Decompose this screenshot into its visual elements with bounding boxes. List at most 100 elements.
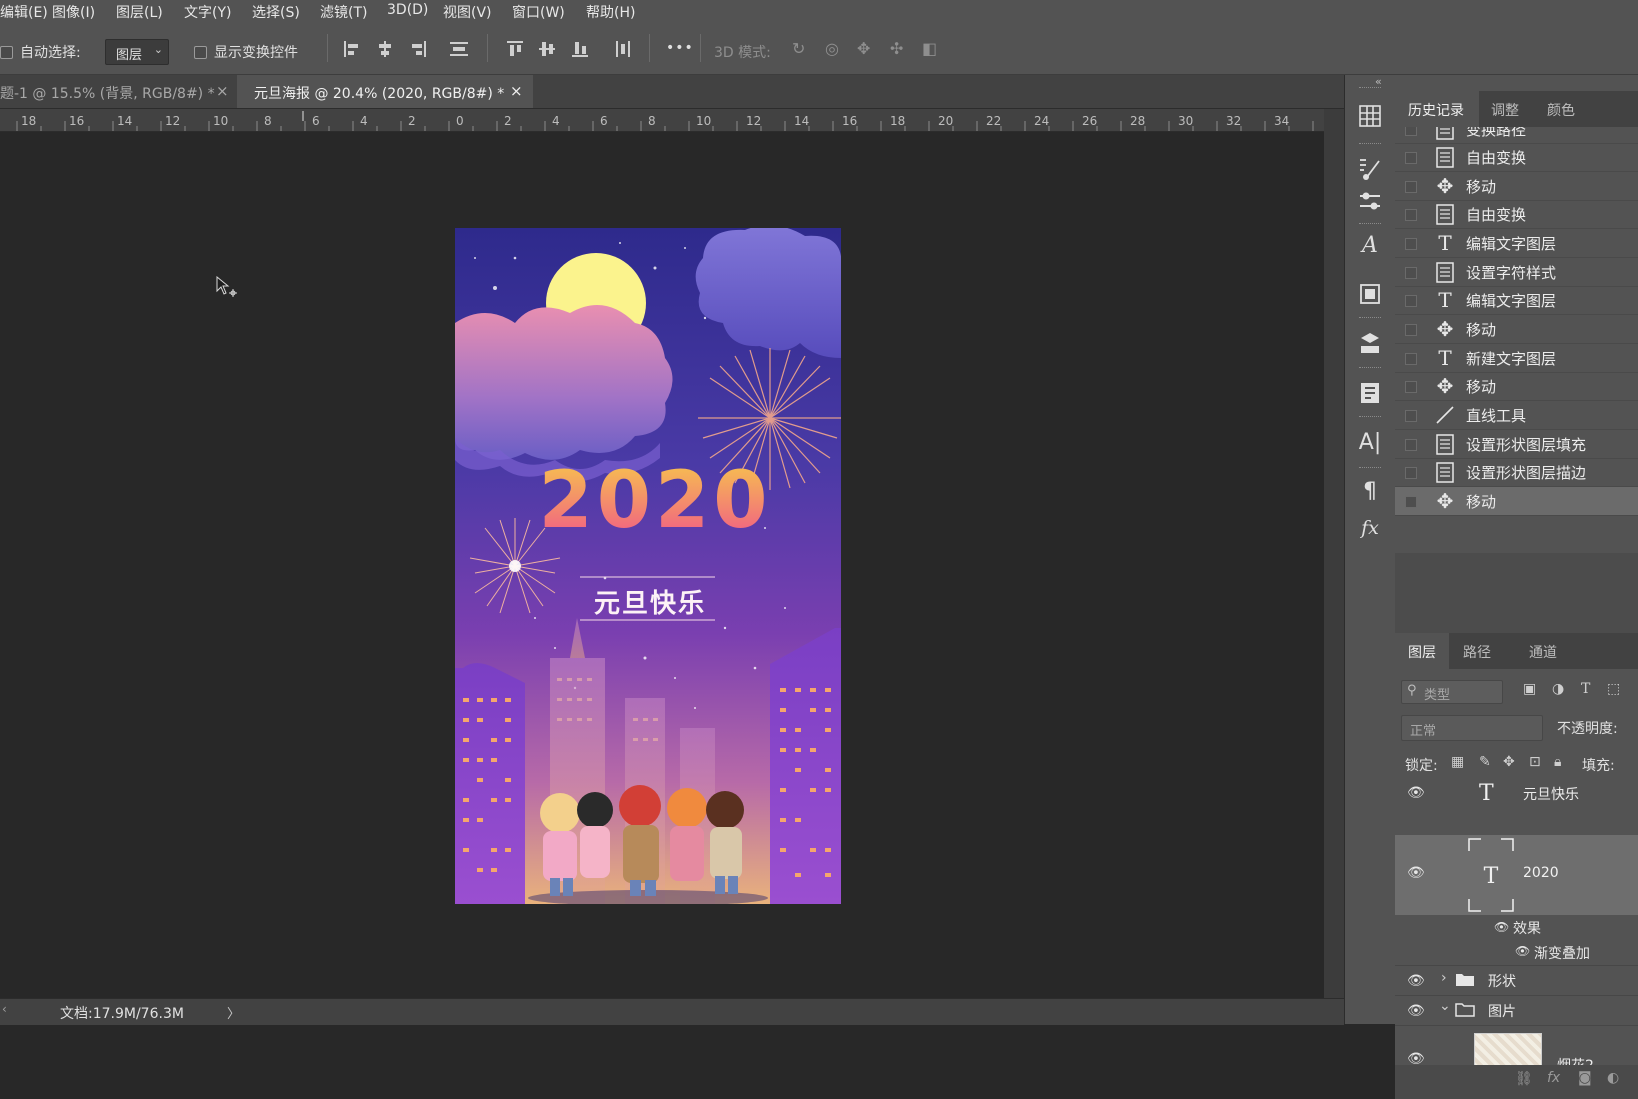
layer-row-2020-selected[interactable]: 👁︎ T 2020 — [1395, 835, 1638, 915]
history-snapshot-checkbox[interactable] — [1405, 295, 1417, 307]
panel-grip[interactable] — [1359, 367, 1381, 370]
tab-channels[interactable]: 通道 — [1529, 642, 1557, 662]
eye-icon[interactable]: 👁︎ — [1515, 944, 1530, 958]
history-item[interactable]: T 编辑文字图层 — [1395, 286, 1638, 315]
tab-adjustments[interactable]: 调整 — [1491, 100, 1519, 120]
history-snapshot-checkbox[interactable] — [1405, 152, 1417, 164]
history-item[interactable]: 直线工具 — [1395, 401, 1638, 430]
align-vcenter-icon[interactable] — [538, 40, 556, 58]
filter-pixel-icon[interactable]: ▣ — [1523, 681, 1536, 697]
tab-color[interactable]: 颜色 — [1547, 100, 1575, 120]
grid-icon[interactable] — [1357, 103, 1383, 129]
layer-effect-gradient-overlay[interactable]: 👁︎ 渐变叠加 — [1395, 939, 1638, 966]
history-item[interactable]: ✥ 移动 — [1395, 172, 1638, 201]
chevron-down-icon[interactable]: ⌄ — [1439, 998, 1451, 1014]
chevron-right-icon[interactable]: › — [1441, 970, 1447, 986]
poster-canvas[interactable]: 2020 元旦快乐 — [455, 228, 841, 904]
layer-group-images[interactable]: 👁︎ ⌄ 图片 — [1395, 995, 1638, 1026]
filter-adjustment-icon[interactable]: ◑ — [1552, 681, 1564, 697]
close-icon[interactable]: × — [216, 82, 229, 100]
history-snapshot-checkbox[interactable] — [1405, 496, 1417, 508]
eye-icon[interactable]: 👁︎ — [1407, 973, 1425, 989]
panel-grip[interactable] — [1359, 317, 1381, 320]
chevron-left-icon[interactable]: ‹ — [2, 1002, 7, 1016]
show-transform-checkbox[interactable] — [194, 46, 207, 59]
history-item[interactable]: T 新建文字图层 — [1395, 344, 1638, 373]
more-options-icon[interactable]: ••• — [666, 40, 694, 56]
3d-pan-icon[interactable]: ✥ — [857, 41, 870, 57]
history-item[interactable]: 设置形状图层填充 — [1395, 430, 1638, 459]
properties-icon[interactable] — [1357, 380, 1383, 406]
eye-icon[interactable]: 👁︎ — [1407, 1051, 1425, 1065]
layer-effects-row[interactable]: 👁︎ 效果 — [1395, 915, 1638, 939]
adjustment-layer-icon[interactable]: ◐ — [1607, 1070, 1619, 1086]
auto-select-dropdown[interactable]: 图层 ⌄ — [105, 39, 169, 65]
layer-row-firework2[interactable]: 👁︎ 烟花2 — [1395, 1025, 1638, 1065]
history-item[interactable]: 变换路径 — [1395, 127, 1638, 144]
history-snapshot-checkbox[interactable] — [1405, 267, 1417, 279]
tab-yuandan-poster[interactable]: 元旦海报 @ 20.4% (2020, RGB/8#) * × — [237, 75, 533, 108]
tab-layers[interactable]: 图层 — [1395, 633, 1449, 669]
history-snapshot-checkbox[interactable] — [1405, 467, 1417, 479]
menu-edit[interactable]: 编辑(E) — [0, 2, 48, 22]
lock-image-icon[interactable]: ✎ — [1479, 754, 1491, 770]
glyphs-fx-icon[interactable]: fx — [1357, 515, 1383, 541]
brush-settings-icon[interactable] — [1357, 155, 1383, 181]
character-panel-icon[interactable]: A| — [1357, 430, 1383, 456]
3d-scale-icon[interactable]: ◧ — [922, 41, 937, 57]
3d-orbit-icon[interactable]: ↻ — [792, 41, 805, 57]
eye-icon[interactable]: 👁︎ — [1407, 785, 1425, 801]
layer-filter-dropdown[interactable]: ⚲ 类型 — [1401, 680, 1503, 704]
eye-icon[interactable]: 👁︎ — [1407, 865, 1425, 881]
clone-source-icon[interactable] — [1357, 281, 1383, 307]
panel-grip[interactable] — [1359, 223, 1381, 226]
menu-type[interactable]: 文字(Y) — [184, 2, 231, 22]
character-styles-icon[interactable]: A — [1357, 233, 1383, 259]
menu-image[interactable]: 图像(I) — [52, 2, 95, 22]
3d-panel-icon[interactable] — [1357, 330, 1383, 356]
align-right-icon[interactable] — [409, 40, 427, 58]
align-top-icon[interactable] — [506, 40, 524, 58]
filter-type-icon[interactable]: T — [1581, 681, 1590, 697]
3d-roll-icon[interactable]: ◎ — [825, 41, 839, 57]
paragraph-icon[interactable]: ¶ — [1357, 479, 1383, 505]
history-item-current[interactable]: ✥ 移动 — [1395, 487, 1638, 516]
tab-history[interactable]: 历史记录 — [1395, 91, 1479, 127]
eye-icon[interactable]: 👁︎ — [1494, 920, 1509, 934]
layer-row-greeting[interactable]: 👁︎ T 元旦快乐 — [1395, 775, 1638, 836]
history-item[interactable]: 设置形状图层描边 — [1395, 458, 1638, 487]
tab-paths[interactable]: 路径 — [1463, 642, 1491, 662]
menu-window[interactable]: 窗口(W) — [512, 2, 565, 22]
history-item[interactable]: 自由变换 — [1395, 200, 1638, 229]
blend-mode-dropdown[interactable]: 正常 — [1401, 715, 1543, 741]
layer-group-shape[interactable]: 👁︎ › 形状 — [1395, 965, 1638, 996]
panel-grip[interactable] — [1359, 467, 1381, 470]
align-bottom-icon[interactable] — [571, 40, 589, 58]
menu-select[interactable]: 选择(S) — [252, 2, 300, 22]
history-snapshot-checkbox[interactable] — [1405, 127, 1417, 136]
poster-year-text[interactable]: 2020 — [525, 456, 785, 546]
history-item[interactable]: T 编辑文字图层 — [1395, 229, 1638, 258]
align-hcenter-icon[interactable] — [376, 40, 394, 58]
filter-shape-icon[interactable]: ⬚ — [1607, 681, 1620, 697]
close-icon[interactable]: × — [510, 82, 523, 100]
lock-transparent-icon[interactable]: ▦ — [1451, 754, 1464, 770]
history-item[interactable]: 自由变换 — [1395, 143, 1638, 172]
canvas-area[interactable]: 2020 元旦快乐 — [0, 132, 1324, 998]
menu-view[interactable]: 视图(V) — [443, 2, 492, 22]
lock-artboard-icon[interactable]: ⊡ — [1529, 754, 1541, 770]
vertical-scrollbar[interactable] — [1324, 109, 1344, 998]
menu-filter[interactable]: 滤镜(T) — [320, 2, 367, 22]
menu-3d[interactable]: 3D(D) — [387, 2, 428, 18]
distribute-vertical-icon[interactable] — [449, 40, 469, 58]
history-snapshot-checkbox[interactable] — [1405, 324, 1417, 336]
panel-grip[interactable] — [1359, 87, 1381, 90]
menu-layer[interactable]: 图层(L) — [116, 2, 163, 22]
history-snapshot-checkbox[interactable] — [1405, 181, 1417, 193]
panel-grip[interactable] — [1359, 416, 1381, 419]
auto-select-checkbox[interactable] — [0, 46, 13, 59]
history-snapshot-checkbox[interactable] — [1405, 381, 1417, 393]
eye-icon[interactable]: 👁︎ — [1407, 1003, 1425, 1019]
history-snapshot-checkbox[interactable] — [1405, 209, 1417, 221]
distribute-horizontal-icon[interactable] — [614, 40, 632, 58]
